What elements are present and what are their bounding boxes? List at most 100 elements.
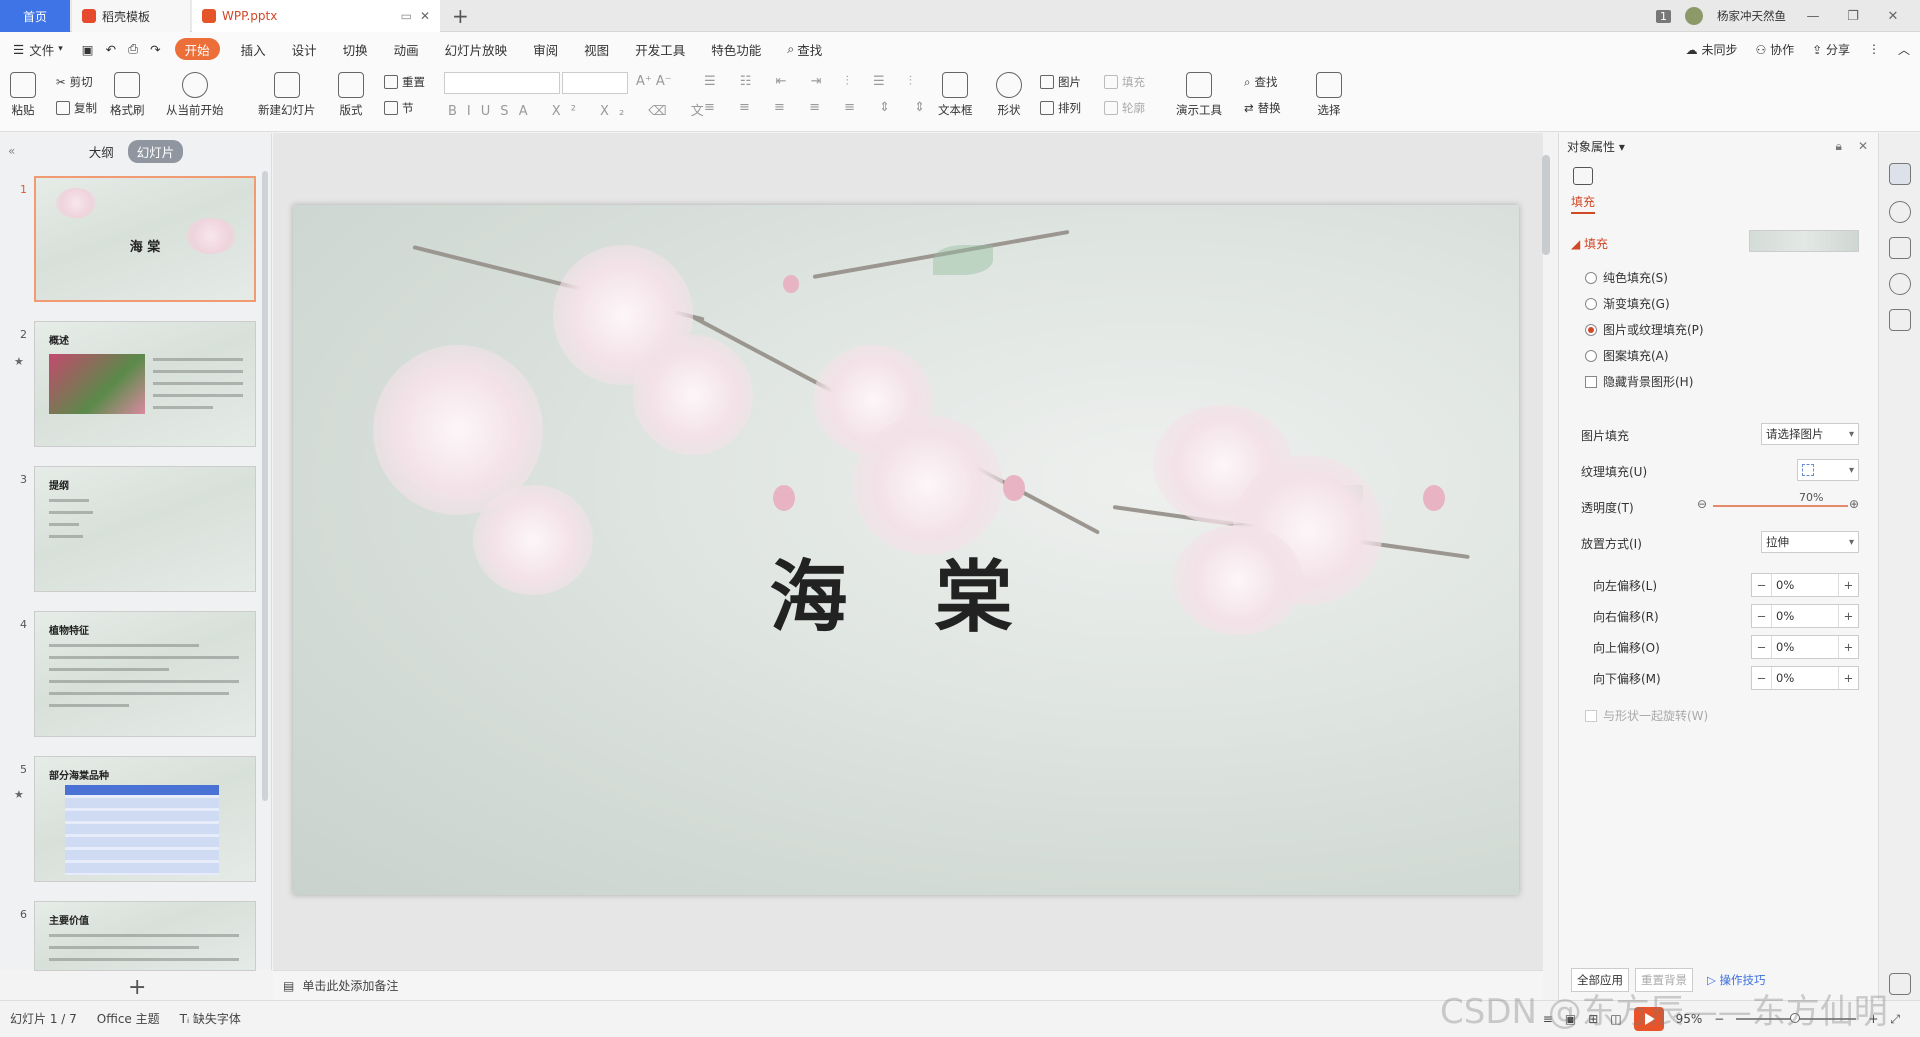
layout-button[interactable]: 版式 xyxy=(338,72,364,118)
increment-button[interactable]: + xyxy=(1838,605,1858,627)
replace-button[interactable]: ⇄ 替换 xyxy=(1244,100,1281,116)
close-panel-icon[interactable]: ✕ xyxy=(1858,139,1868,154)
quick-save-icon[interactable]: ▣ xyxy=(76,38,100,60)
increment-button[interactable]: + xyxy=(1838,636,1858,658)
offset-up-stepper[interactable]: −0% + xyxy=(1751,635,1859,659)
slide-thumbnail-4[interactable]: 植物特征 xyxy=(34,611,256,737)
plus-icon[interactable]: ⊕ xyxy=(1849,497,1859,511)
offset-value[interactable]: 0% xyxy=(1772,609,1838,623)
rotate-with-shape-checkbox[interactable]: 与形状一起旋转(W) xyxy=(1585,707,1708,724)
collab-button[interactable]: ⚇ 协作 xyxy=(1756,41,1795,58)
decrement-button[interactable]: − xyxy=(1752,636,1772,658)
scroll-thumb[interactable] xyxy=(1542,155,1550,255)
pic-fill-select[interactable]: 请选择图片 xyxy=(1761,423,1859,445)
textbox-button[interactable]: 文本框 xyxy=(938,72,973,118)
increment-button[interactable]: + xyxy=(1838,574,1858,596)
slide-thumbnail-1[interactable]: 海 棠 xyxy=(34,176,256,302)
outline-button[interactable]: 轮廓 xyxy=(1104,100,1145,116)
missing-font-button[interactable]: Tᵢ 缺失字体 xyxy=(170,1010,251,1027)
menu-design[interactable]: 设计 xyxy=(279,38,330,60)
tab-home[interactable]: 首页 xyxy=(0,0,70,32)
lock-icon[interactable]: 🔒︎ xyxy=(1836,139,1842,154)
cut-button[interactable]: ✂ 剪切 xyxy=(56,74,93,90)
font-size-select[interactable] xyxy=(562,72,628,94)
minimize-icon[interactable]: — xyxy=(1800,9,1826,24)
offset-value[interactable]: 0% xyxy=(1772,671,1838,685)
sync-button[interactable]: ☁ 未同步 xyxy=(1686,41,1738,58)
radio-pattern-fill[interactable]: 图案填充(A) xyxy=(1585,347,1669,364)
copy-format-icon[interactable] xyxy=(1889,237,1911,259)
new-tab-button[interactable]: + xyxy=(452,4,469,28)
offset-value[interactable]: 0% xyxy=(1772,578,1838,592)
text-format-icons[interactable]: BIUSA X² X₂ ⌫ 文 xyxy=(448,100,714,119)
radio-solid-fill[interactable]: 纯色填充(S) xyxy=(1585,269,1668,286)
collapse-ribbon-icon[interactable]: ︿ xyxy=(1898,41,1910,58)
close-tab-icon[interactable]: ✕ xyxy=(420,9,430,23)
properties-icon[interactable] xyxy=(1889,163,1911,185)
menu-animation[interactable]: 动画 xyxy=(381,38,432,60)
reset-button[interactable]: 重置 xyxy=(384,74,425,90)
animation-icon[interactable] xyxy=(1889,201,1911,223)
quick-undo-icon[interactable]: ↶ xyxy=(100,38,122,60)
pin-icon[interactable]: ▭ xyxy=(401,9,412,23)
panel-title[interactable]: 对象属性 ▾ xyxy=(1567,138,1625,155)
user-name[interactable]: 杨家冲天然鱼 xyxy=(1717,8,1786,24)
menu-features[interactable]: 特色功能 xyxy=(698,38,774,60)
transparency-slider[interactable] xyxy=(1713,505,1848,507)
placement-select[interactable]: 拉伸 xyxy=(1761,531,1859,553)
find-button[interactable]: ⌕ 查找 xyxy=(1244,74,1277,90)
quick-redo-icon[interactable]: ↷ xyxy=(144,38,166,60)
notes-bar[interactable]: ▤ 单击此处添加备注 xyxy=(273,970,1543,1000)
tab-outline[interactable]: 大纲 xyxy=(89,142,114,161)
tab-template[interactable]: 稻壳模板 xyxy=(72,0,190,32)
decrement-button[interactable]: − xyxy=(1752,667,1772,689)
offset-value[interactable]: 0% xyxy=(1772,640,1838,654)
menu-insert[interactable]: 插入 xyxy=(228,38,279,60)
canvas-scrollbar[interactable] xyxy=(1540,145,1552,945)
arrange-button[interactable]: 排列 xyxy=(1040,100,1081,116)
grow-font-icon[interactable]: A⁺ A⁻ xyxy=(636,74,672,89)
new-slide-button[interactable]: 新建幻灯片 xyxy=(258,72,316,118)
radio-picture-fill[interactable]: 图片或纹理填充(P) xyxy=(1585,321,1704,338)
menu-transition[interactable]: 切换 xyxy=(330,38,381,60)
minus-icon[interactable]: ⊖ xyxy=(1697,497,1707,511)
grid-icon[interactable] xyxy=(1889,973,1911,995)
tab-slides[interactable]: 幻灯片 xyxy=(127,139,184,163)
tab-fill[interactable]: 填充 xyxy=(1571,193,1596,214)
share-button[interactable]: ⇪ 分享 xyxy=(1812,41,1850,58)
menu-developer[interactable]: 开发工具 xyxy=(622,38,698,60)
theme-name[interactable]: Office 主题 xyxy=(87,1010,170,1027)
slide-thumbnail-2[interactable]: 概述 xyxy=(34,321,256,447)
decrement-button[interactable]: − xyxy=(1752,605,1772,627)
slide-thumbnail-3[interactable]: 提纲 xyxy=(34,466,256,592)
fill-preview-dropdown[interactable] xyxy=(1749,230,1859,252)
layers-icon[interactable] xyxy=(1889,309,1911,331)
radio-gradient-fill[interactable]: 渐变填充(G) xyxy=(1585,295,1670,312)
add-slide-button[interactable]: + xyxy=(128,975,146,1000)
section-button[interactable]: 节 xyxy=(384,100,414,116)
tab-document[interactable]: WPP.pptx ▭ ✕ xyxy=(192,0,440,32)
quick-print-icon[interactable]: ⎙ xyxy=(122,38,144,60)
menu-slideshow[interactable]: 幻灯片放映 xyxy=(432,38,521,60)
current-slide[interactable]: 海 棠 xyxy=(293,205,1519,895)
offset-right-stepper[interactable]: −0% + xyxy=(1751,604,1859,628)
help-icon[interactable] xyxy=(1889,273,1911,295)
menu-file[interactable]: ☰ 文件 ▾ xyxy=(0,38,76,60)
list-format-icons[interactable]: ☰ ☷ ⇤ ⇥ ⫶ ☰ ⫶ xyxy=(704,74,922,89)
slide-title[interactable]: 海 棠 xyxy=(293,535,1519,647)
fill-section-header[interactable]: ◢ 填充 xyxy=(1571,235,1608,252)
slide-thumbnail-5[interactable]: 部分海棠品种 xyxy=(34,756,256,882)
avatar[interactable] xyxy=(1685,7,1703,25)
panel-scrollbar[interactable] xyxy=(262,171,268,801)
align-format-icons[interactable]: ≡ ≡ ≡ ≡ ≡ ⇕ ⇕ xyxy=(704,100,935,115)
close-window-icon[interactable]: ✕ xyxy=(1880,9,1906,24)
offset-down-stepper[interactable]: −0% + xyxy=(1751,666,1859,690)
font-family-select[interactable] xyxy=(444,72,560,94)
window-count-badge[interactable]: 1 xyxy=(1656,9,1671,23)
paste-button[interactable]: 粘贴 xyxy=(10,72,36,118)
picture-button[interactable]: 图片 xyxy=(1040,74,1081,90)
offset-left-stepper[interactable]: −0% + xyxy=(1751,573,1859,597)
decrement-button[interactable]: − xyxy=(1752,574,1772,596)
hide-bg-checkbox[interactable]: 隐藏背景图形(H) xyxy=(1585,373,1693,390)
present-tool-button[interactable]: 演示工具 xyxy=(1176,72,1222,118)
